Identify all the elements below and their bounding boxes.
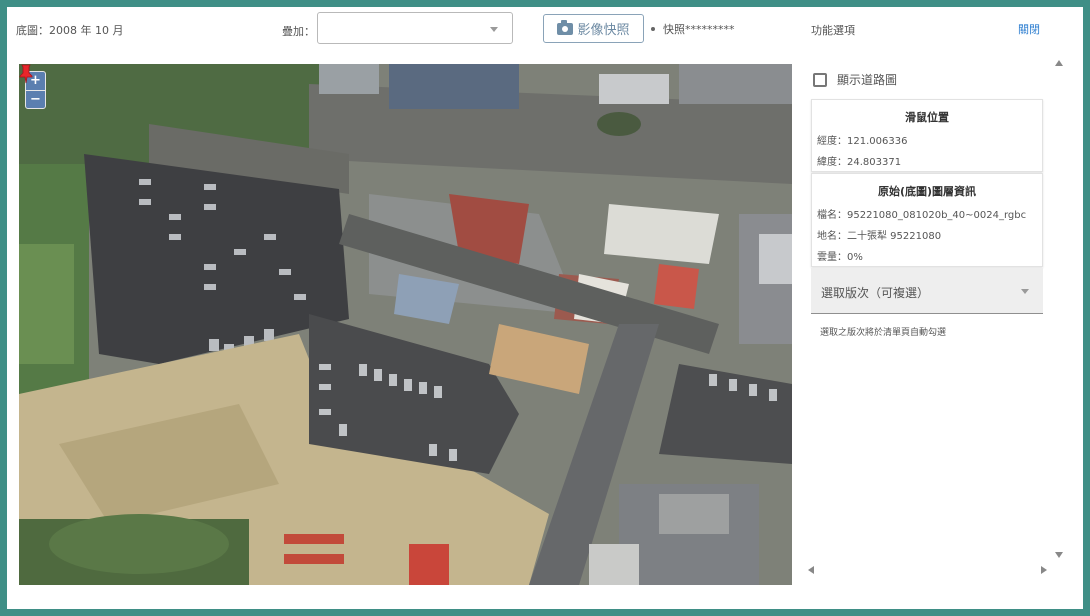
checkbox-box[interactable] (813, 72, 827, 87)
snapshot-status: 快照********* (663, 23, 735, 36)
function-options-label: 功能選項 (811, 24, 855, 37)
side-panel: 顯示道路圖 滑鼠位置 經度：121.006336 緯度：24.803371 原始… (806, 58, 1052, 566)
show-road-map-checkbox[interactable]: 顯示道路圖 (813, 71, 897, 88)
show-road-map-label: 顯示道路圖 (837, 73, 898, 87)
scroll-left-arrow-icon[interactable] (808, 566, 814, 574)
scroll-up-arrow-icon[interactable] (1055, 60, 1063, 66)
scroll-down-arrow-icon[interactable] (1055, 552, 1063, 558)
snapshot-button[interactable]: 影像快照 (543, 14, 644, 43)
basemap-date-label: 底圖：2008 年 10 月 (16, 24, 124, 37)
mouse-position-title: 滑鼠位置 (905, 111, 949, 124)
bullet-dot (651, 27, 655, 31)
camera-icon (557, 19, 574, 35)
close-link[interactable]: 關閉 (1018, 21, 1040, 37)
file-name-value: 檔名：95221080_081020b_40~0024_rgbc (817, 210, 1027, 221)
cloud-cover-value: 雲量：0% (817, 252, 863, 263)
scroll-right-arrow-icon[interactable] (1041, 566, 1047, 574)
latitude-value: 緯度：24.803371 (817, 157, 902, 168)
layer-info-title: 原始(底圖)圖層資訊 (877, 185, 977, 198)
longitude-value: 經度：121.006336 (817, 136, 908, 147)
aerial-imagery (19, 64, 792, 585)
chevron-down-icon (490, 27, 498, 32)
zoom-out-button[interactable]: − (26, 91, 45, 109)
snapshot-button-label: 影像快照 (577, 23, 630, 38)
mouse-position-card: 滑鼠位置 經度：121.006336 緯度：24.803371 (811, 99, 1043, 172)
chevron-down-icon (1021, 289, 1029, 294)
overlay-select[interactable] (317, 12, 513, 44)
map-name-value: 地名：二十張犁 95221080 (817, 231, 942, 242)
aerial-map[interactable]: + − (19, 64, 792, 585)
edition-select-label: 選取版次（可複選） (821, 286, 930, 300)
overlay-label: 疊加： (282, 25, 315, 38)
edition-hint: 選取之版次將於清單頁自動勾選 (820, 328, 947, 338)
layer-info-card: 原始(底圖)圖層資訊 檔名：95221080_081020b_40~0024_r… (811, 173, 1043, 267)
edition-select[interactable]: 選取版次（可複選） (811, 268, 1043, 314)
map-pin-icon (19, 64, 33, 84)
